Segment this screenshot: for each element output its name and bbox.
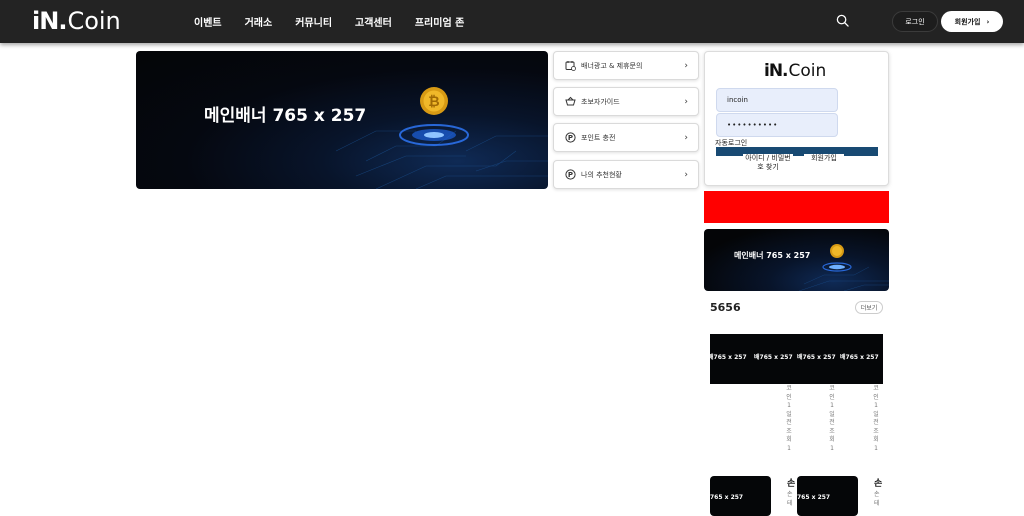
thumbnail-label: 배765 x 257 bbox=[797, 354, 836, 361]
join-button-label: 회원가입 bbox=[954, 17, 981, 26]
more-button[interactable]: 더보기 bbox=[855, 301, 883, 314]
login-panel: iN. Coin incoin •••••••••• 자동로그인 아이디 / 비… bbox=[704, 51, 889, 186]
nav-item-premium[interactable]: 프리미엄 존 bbox=[415, 14, 464, 29]
search-icon[interactable] bbox=[836, 14, 849, 27]
post-subtitle: 손 테 bbox=[874, 491, 880, 507]
menu-point-charge-label: 포인트 충전 bbox=[581, 133, 616, 142]
chevron-right-icon: › bbox=[684, 132, 688, 143]
main-banner[interactable]: ₿ 메인배너 765 x 257 bbox=[136, 51, 548, 189]
menu-banner-ads-label: 배너광고 & 제휴문의 bbox=[581, 61, 643, 70]
post-title[interactable]: 손 bbox=[874, 476, 882, 489]
logo-mark: iN. bbox=[32, 7, 67, 35]
basket-icon bbox=[564, 96, 576, 108]
post-thumbnail[interactable]: 765 x 257 bbox=[797, 476, 858, 516]
main-banner-text: 메인배너 765 x 257 bbox=[204, 106, 367, 126]
nav-item-community[interactable]: 커뮤니티 bbox=[295, 14, 332, 29]
thumbnail-strip[interactable]: 배765 x 257 배765 x 257 배765 x 257 배765 x … bbox=[710, 334, 883, 384]
red-ad-block[interactable] bbox=[704, 191, 889, 223]
menu-my-referrals-label: 나의 추천현황 bbox=[581, 170, 622, 179]
svg-text:₿: ₿ bbox=[428, 94, 439, 110]
incoin-logo[interactable]: iN. Coin bbox=[32, 7, 121, 35]
side-banner[interactable]: 메인배너 765 x 257 bbox=[704, 229, 889, 291]
calendar-icon bbox=[564, 60, 576, 72]
post-subtitle: 손 테 bbox=[787, 491, 793, 507]
login-panel-logo: iN. Coin bbox=[764, 61, 826, 81]
svg-text:P: P bbox=[567, 134, 572, 142]
post-title[interactable]: 손 bbox=[787, 476, 795, 489]
nav-item-support[interactable]: 고객센터 bbox=[355, 14, 392, 29]
logo-mark: iN. bbox=[764, 61, 788, 81]
chevron-right-icon: › bbox=[684, 60, 688, 71]
join-button[interactable]: 회원가입 › bbox=[941, 11, 1003, 32]
section-title: 5656 bbox=[710, 301, 741, 314]
thumbnail-label: 765 x 257 bbox=[797, 494, 831, 501]
menu-point-charge[interactable]: P 포인트 충전 › bbox=[553, 123, 699, 152]
join-link[interactable]: 회원가입 bbox=[804, 154, 844, 163]
login-button[interactable]: 로그인 bbox=[892, 11, 938, 32]
chevron-right-icon: › bbox=[684, 169, 688, 180]
svg-text:P: P bbox=[567, 171, 572, 179]
point-icon: P bbox=[564, 169, 576, 181]
menu-beginner-guide-label: 초보자가이드 bbox=[581, 97, 620, 106]
nav-item-exchange[interactable]: 거래소 bbox=[245, 14, 273, 29]
find-id-password-link[interactable]: 아이디 / 비밀번호 찾기 bbox=[743, 154, 793, 172]
logo-word: Coin bbox=[788, 61, 827, 81]
logo-word: Coin bbox=[67, 7, 121, 35]
login-submit-bar[interactable] bbox=[716, 147, 878, 156]
main-nav: 이벤트 거래소 커뮤니티 고객센터 프리미엄 존 bbox=[194, 0, 487, 43]
thumbnail-label: 배765 x 257 bbox=[754, 354, 793, 361]
chevron-right-icon: › bbox=[986, 17, 990, 26]
nav-item-events[interactable]: 이벤트 bbox=[194, 14, 222, 29]
thumbnail-label: 배765 x 257 bbox=[840, 354, 879, 361]
top-navigation-bar: iN. Coin 이벤트 거래소 커뮤니티 고객센터 프리미엄 존 로그인 회원… bbox=[0, 0, 1024, 43]
chevron-right-icon: › bbox=[684, 96, 688, 107]
menu-my-referrals[interactable]: P 나의 추천현황 › bbox=[553, 160, 699, 189]
user-id-field[interactable]: incoin bbox=[716, 88, 838, 112]
menu-banner-ads[interactable]: 배너광고 & 제휴문의 › bbox=[553, 51, 699, 80]
login-button-label: 로그인 bbox=[905, 17, 925, 26]
side-banner-text: 메인배너 765 x 257 bbox=[734, 251, 811, 260]
post-meta-vertical: 코인1일전조회1 bbox=[873, 385, 879, 452]
post-meta-vertical: 코인1일전조회1 bbox=[786, 385, 792, 452]
menu-beginner-guide[interactable]: 초보자가이드 › bbox=[553, 87, 699, 116]
thumbnail-label: 765 x 257 bbox=[710, 494, 744, 501]
post-thumbnail[interactable]: 765 x 257 bbox=[710, 476, 771, 516]
password-field[interactable]: •••••••••• bbox=[716, 113, 838, 137]
thumbnail-label: 배765 x 257 bbox=[710, 354, 747, 361]
post-meta-vertical: 코인1일전조회1 bbox=[829, 385, 835, 452]
point-icon: P bbox=[564, 132, 576, 144]
